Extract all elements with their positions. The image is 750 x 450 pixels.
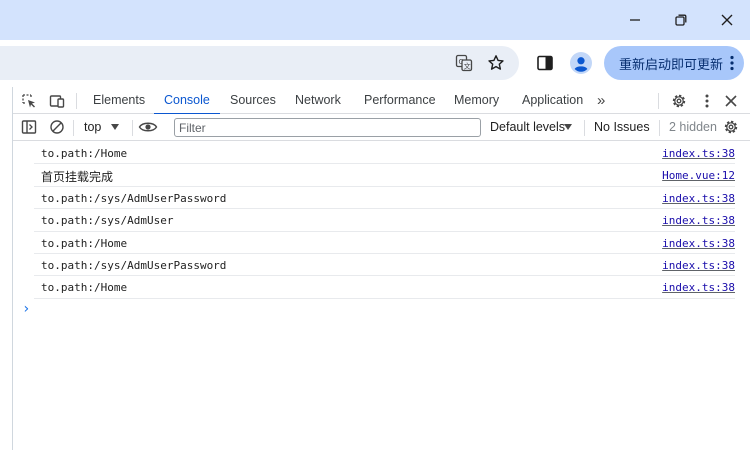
source-link[interactable]: Home.vue:12	[662, 169, 735, 182]
console-filter-bar: top Default levels No Issues 2 hidden	[13, 114, 750, 141]
profile-button[interactable]	[567, 49, 595, 77]
message-text: to.path:/sys/AdmUser	[41, 214, 174, 228]
kebab-menu-icon	[705, 94, 709, 108]
toolbar-divider	[76, 93, 77, 109]
toolbar-divider	[658, 93, 659, 109]
tab-memory[interactable]: Memory	[454, 87, 499, 114]
address-bar[interactable]: G 文	[0, 46, 519, 80]
translate-button[interactable]: G 文	[450, 49, 478, 77]
source-link[interactable]: index.ts:38	[662, 214, 735, 227]
devtools-tab-bar: Elements Console Sources Network Perform…	[13, 87, 750, 115]
browser-toolbar: G 文 重新启动即可更新	[0, 40, 750, 86]
device-toolbar-button[interactable]	[47, 91, 67, 111]
close-window-button[interactable]	[704, 0, 750, 40]
message-text: to.path:/Home	[41, 147, 128, 160]
settings-button[interactable]	[669, 91, 689, 111]
minimize-button[interactable]	[612, 0, 658, 40]
profile-icon	[570, 52, 592, 74]
relaunch-update-button[interactable]: 重新启动即可更新	[604, 46, 744, 80]
clear-icon	[50, 120, 64, 134]
gear-icon	[672, 94, 686, 108]
log-levels-dropdown[interactable]: Default levels	[490, 120, 565, 134]
side-panel-button[interactable]	[531, 49, 559, 77]
sidebar-icon	[21, 120, 37, 134]
console-settings-button[interactable]	[721, 117, 741, 137]
close-devtools-button[interactable]	[721, 91, 741, 111]
eye-icon	[138, 122, 158, 132]
update-label: 重新启动即可更新	[619, 57, 724, 73]
close-icon	[725, 95, 737, 107]
source-link[interactable]: index.ts:38	[662, 147, 735, 160]
gear-icon	[724, 120, 738, 134]
live-expression-button[interactable]	[137, 117, 159, 137]
tab-performance[interactable]: Performance	[364, 87, 436, 114]
minimize-icon	[630, 19, 640, 21]
show-sidebar-button[interactable]	[19, 117, 39, 137]
toolbar-divider	[132, 120, 133, 136]
toolbar-divider	[584, 120, 585, 136]
message-text: to.path:/sys/AdmUserPassword	[41, 191, 227, 205]
filter-input[interactable]	[174, 118, 481, 137]
console-message: to.path:/sys/AdmUserPassword index.ts:38	[34, 187, 735, 210]
source-link[interactable]: index.ts:38	[662, 281, 735, 294]
chevron-down-icon	[111, 124, 119, 130]
tab-network[interactable]: Network	[295, 87, 341, 114]
toolbar-divider	[73, 120, 74, 136]
clear-console-button[interactable]	[47, 117, 67, 137]
message-text: to.path:/Home	[41, 281, 128, 295]
source-link[interactable]: index.ts:38	[662, 237, 735, 250]
translate-icon: G 文	[455, 54, 473, 72]
toolbar-divider	[659, 120, 660, 136]
console-message: to.path:/Home index.ts:38	[34, 142, 735, 165]
close-icon	[721, 14, 733, 26]
context-selector[interactable]: top	[84, 120, 101, 134]
console-message: to.path:/Home index.ts:38	[34, 276, 735, 299]
star-icon	[488, 55, 504, 70]
source-link[interactable]: index.ts:38	[662, 259, 735, 272]
console-prompt[interactable]: ›	[22, 301, 30, 317]
bookmark-button[interactable]	[482, 49, 510, 77]
side-panel-icon	[537, 55, 553, 71]
tab-application[interactable]: Application	[522, 87, 583, 114]
inspect-icon	[22, 94, 35, 108]
browser-title-bar	[0, 0, 750, 40]
source-link[interactable]: index.ts:38	[662, 192, 735, 205]
console-messages: to.path:/Home index.ts:38 首页挂载完成 Home.vu…	[13, 142, 750, 299]
hidden-messages-count: 2 hidden	[669, 120, 717, 134]
kebab-menu-icon	[730, 55, 734, 71]
console-message: to.path:/sys/AdmUserPassword index.ts:38	[34, 254, 735, 277]
message-text: to.path:/Home	[41, 236, 128, 250]
console-message: 首页挂载完成 Home.vue:12	[34, 164, 735, 187]
inspect-element-button[interactable]	[19, 91, 39, 111]
device-icon	[49, 95, 65, 108]
restore-icon	[675, 14, 687, 26]
message-text: to.path:/sys/AdmUserPassword	[41, 258, 227, 272]
tab-sources[interactable]: Sources	[230, 87, 276, 114]
customize-menu-button[interactable]	[697, 91, 717, 111]
more-tabs-button[interactable]: »	[597, 87, 605, 114]
svg-text:文: 文	[464, 62, 471, 71]
tab-console[interactable]: Console	[154, 87, 220, 115]
message-text: 首页挂载完成	[41, 170, 114, 185]
console-message: to.path:/Home index.ts:38	[34, 232, 735, 254]
tab-elements[interactable]: Elements	[93, 87, 145, 114]
console-message: to.path:/sys/AdmUser index.ts:38	[34, 209, 735, 232]
restore-button[interactable]	[658, 0, 704, 40]
issues-counter[interactable]: No Issues	[594, 120, 650, 134]
devtools-panel: Elements Console Sources Network Perform…	[12, 87, 750, 450]
chevron-down-icon	[564, 124, 572, 130]
